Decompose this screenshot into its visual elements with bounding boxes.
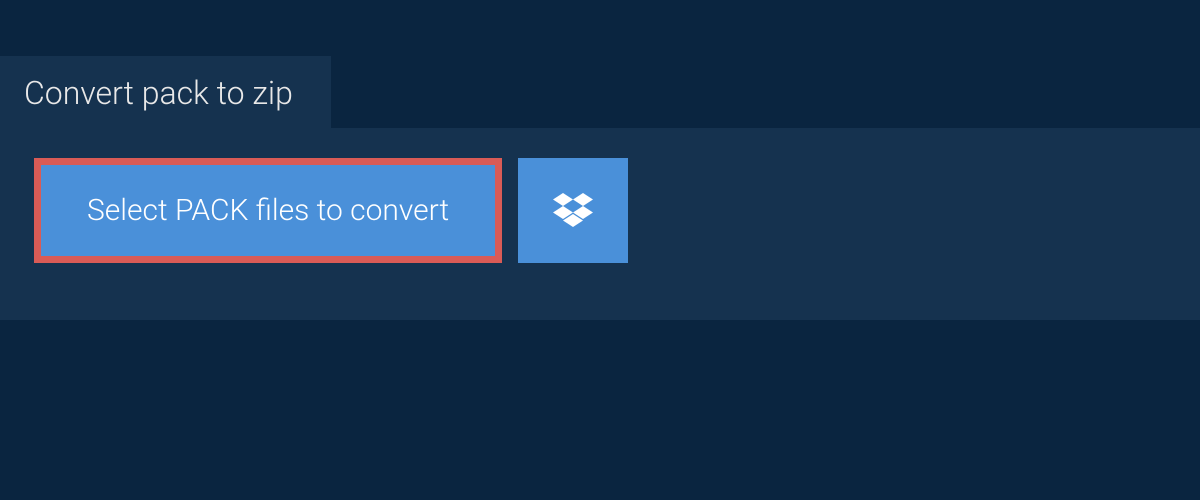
dropbox-button[interactable] [518, 158, 628, 263]
select-files-button[interactable]: Select PACK files to convert [34, 158, 502, 263]
select-files-label: Select PACK files to convert [87, 193, 449, 228]
dropbox-icon [553, 193, 593, 229]
tab-label: Convert pack to zip [24, 74, 293, 112]
tab-convert-pack-to-zip[interactable]: Convert pack to zip [0, 56, 331, 130]
